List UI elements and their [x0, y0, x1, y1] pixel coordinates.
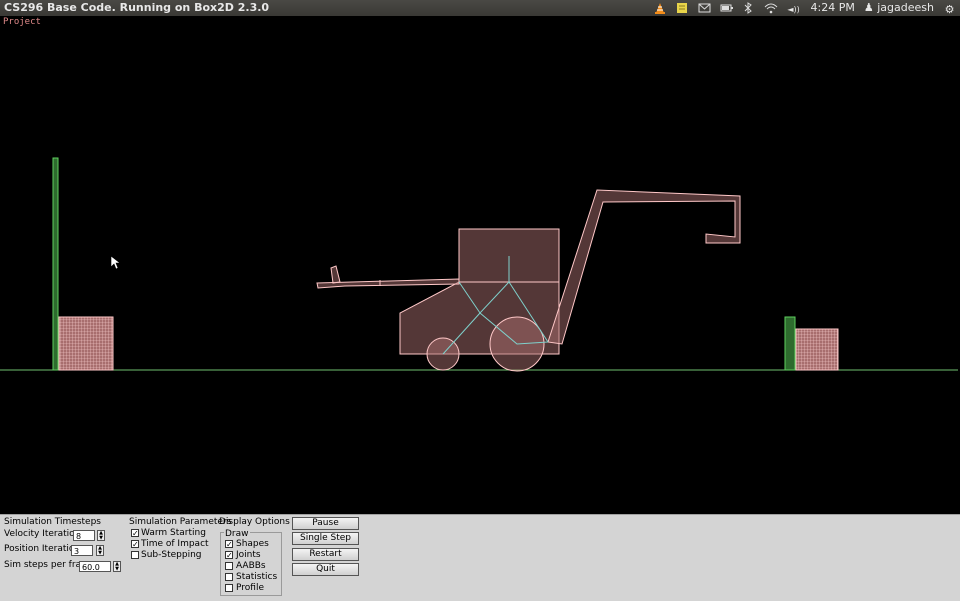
joints-label: Joints	[236, 550, 261, 560]
control-panel: Simulation Timesteps Velocity Iterations…	[0, 514, 960, 601]
sub-stepping-label: Sub-Stepping	[141, 550, 202, 560]
statistics-checkbox[interactable]	[225, 573, 233, 581]
vlc-cone-icon[interactable]	[654, 2, 667, 14]
warm-starting-checkbox[interactable]: ✓	[131, 529, 139, 538]
steps-input[interactable]: 60.0	[79, 561, 111, 572]
clock[interactable]: 4:24 PM	[811, 0, 855, 16]
draw-group-label: Draw	[224, 529, 250, 539]
wifi-icon[interactable]	[764, 2, 777, 14]
user-menu[interactable]: ♟ jagadeesh	[864, 0, 934, 16]
profile-label: Profile	[236, 583, 264, 593]
joints-checkbox[interactable]: ✓	[225, 551, 233, 560]
profile-checkbox[interactable]	[225, 584, 233, 592]
volume-icon[interactable]: ◄))	[786, 2, 802, 14]
right-post	[784, 316, 796, 371]
shapes-checkbox[interactable]: ✓	[225, 540, 233, 549]
pause-button[interactable]: Pause	[292, 517, 359, 530]
single-step-button[interactable]: Single Step	[292, 532, 359, 545]
right-bale-stack	[795, 328, 839, 371]
display-heading: Display Options	[219, 517, 290, 527]
rear-arm	[547, 189, 741, 345]
timesteps-heading: Simulation Timesteps	[4, 517, 101, 527]
system-tray: ◄)) 4:24 PM ♟ jagadeesh ⚙	[654, 0, 960, 16]
simulation-canvas[interactable]: Project	[0, 16, 960, 514]
notes-icon[interactable]	[676, 2, 689, 14]
gear-icon[interactable]: ⚙	[943, 2, 956, 16]
user-icon: ♟	[863, 1, 874, 14]
sub-stepping-checkbox[interactable]	[131, 551, 139, 559]
parameters-heading: Simulation Parameters	[129, 517, 232, 527]
velocity-input[interactable]: 8	[73, 530, 95, 541]
header-blade	[330, 265, 341, 284]
left-bale-stack	[58, 316, 114, 371]
scene-drawing	[0, 157, 958, 372]
mouse-cursor-icon	[110, 255, 121, 270]
bluetooth-icon[interactable]	[742, 2, 755, 14]
battery-icon[interactable]	[720, 2, 733, 14]
steps-stepper[interactable]: ▲ ▼	[113, 561, 121, 572]
position-stepper[interactable]: ▲ ▼	[96, 545, 104, 556]
mail-icon[interactable]	[698, 2, 711, 14]
user-name: jagadeesh	[877, 1, 934, 14]
window-title: CS296 Base Code. Running on Box2D 2.3.0	[4, 1, 270, 14]
aabbs-label: AABBs	[236, 561, 266, 571]
top-panel-bar: CS296 Base Code. Running on Box2D 2.3.0 …	[0, 0, 960, 16]
harvester-vehicle	[316, 189, 741, 372]
time-of-impact-checkbox[interactable]: ✓	[131, 540, 139, 549]
project-label: Project	[3, 17, 41, 27]
time-of-impact-label: Time of Impact	[141, 539, 209, 549]
aabbs-checkbox[interactable]	[225, 562, 233, 570]
warm-starting-label: Warm Starting	[141, 528, 206, 538]
statistics-label: Statistics	[236, 572, 278, 582]
quit-button[interactable]: Quit	[292, 563, 359, 576]
left-wall	[52, 157, 59, 371]
shapes-label: Shapes	[236, 539, 269, 549]
restart-button[interactable]: Restart	[292, 548, 359, 561]
position-input[interactable]: 3	[71, 545, 93, 556]
velocity-stepper[interactable]: ▲ ▼	[97, 530, 105, 541]
